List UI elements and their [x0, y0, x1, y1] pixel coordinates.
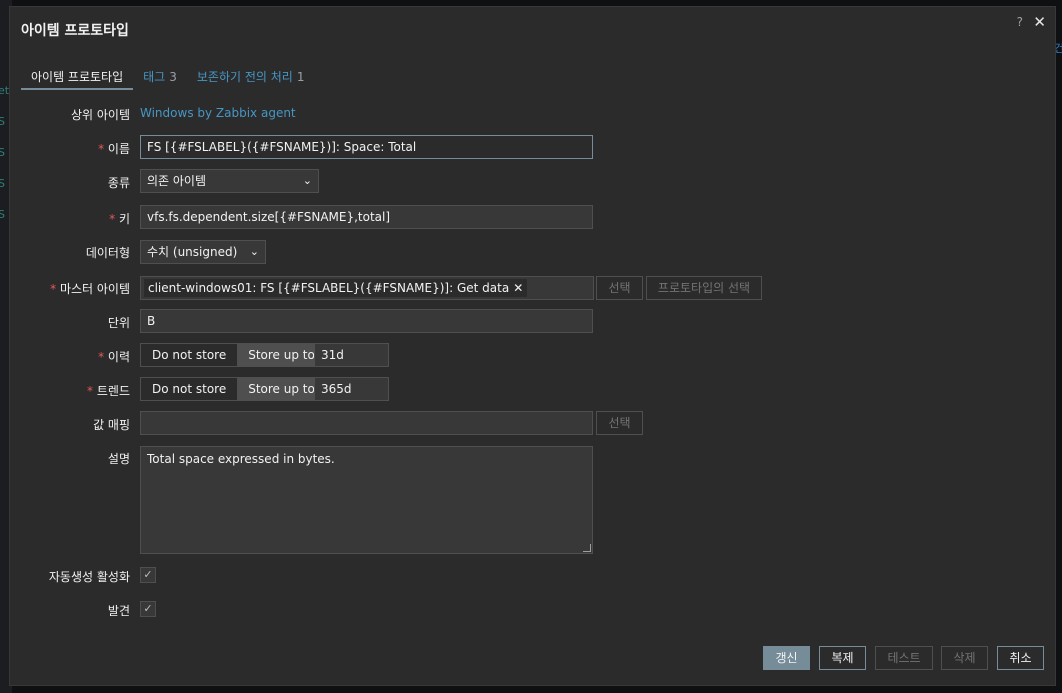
delete-button[interactable]: 삭제 [941, 646, 988, 670]
valuemap-select-button[interactable]: 선택 [596, 411, 643, 435]
tab-count: 1 [296, 70, 305, 84]
history-mode-toggle: Do not store Store up to [140, 343, 327, 367]
discover-label: 발견 [107, 604, 130, 618]
type-label: 종류 [107, 176, 130, 190]
trends-do-not-store-option[interactable]: Do not store [141, 378, 238, 400]
update-button[interactable]: 갱신 [763, 646, 810, 670]
units-label: 단위 [107, 316, 130, 330]
history-label: * 이력 [98, 350, 130, 364]
clone-button[interactable]: 복제 [819, 646, 866, 670]
trends-input[interactable]: 365d [314, 377, 389, 401]
background-text: S [0, 115, 5, 128]
parent-template-link[interactable]: Windows by Zabbix agent [140, 106, 296, 120]
discover-checkbox[interactable]: ✓ [140, 601, 156, 617]
background-text: S [0, 177, 5, 190]
background-text: et [0, 84, 10, 97]
resize-handle[interactable] [583, 544, 591, 552]
name-input[interactable]: FS [{#FSLABEL}({#FSNAME})]: Space: Total [140, 135, 593, 159]
datatype-label: 데이터형 [85, 246, 130, 260]
close-icon[interactable]: ✕ [1033, 13, 1046, 31]
type-select[interactable]: 의존 아이템 ⌄ [140, 169, 319, 193]
description-label: 설명 [107, 452, 130, 466]
item-prototype-dialog: 아이템 프로토타입 ? ✕ 아이템 프로토타입 태그 3 보존하기 전의 처리 1 … [9, 6, 1056, 686]
test-button[interactable]: 테스트 [875, 646, 933, 670]
master-select-prototype-button[interactable]: 프로토타입의 선택 [646, 276, 762, 300]
background-text: S [0, 146, 5, 159]
tab-preprocessing[interactable]: 보존하기 전의 처리 1 [187, 66, 315, 90]
discover-enable-label: 자동생성 활성화 [48, 570, 130, 584]
valuemap-input[interactable] [140, 411, 593, 435]
description-textarea[interactable]: Total space expressed in bytes. [140, 446, 593, 554]
cancel-button[interactable]: 취소 [997, 646, 1044, 670]
datatype-select[interactable]: 수치 (unsigned) ⌄ [140, 240, 266, 264]
master-select-button[interactable]: 선택 [596, 276, 643, 300]
trends-label: * 트렌드 [87, 384, 130, 398]
tab-tags[interactable]: 태그 3 [133, 66, 187, 90]
history-input[interactable]: 31d [314, 343, 389, 367]
trends-mode-toggle: Do not store Store up to [140, 377, 327, 401]
help-icon[interactable]: ? [1017, 15, 1023, 29]
units-input[interactable]: B [140, 309, 593, 333]
history-do-not-store-option[interactable]: Do not store [141, 344, 238, 366]
master-item-tag: client-windows01: FS [{#FSLABEL}({#FSNAM… [144, 279, 528, 297]
tab-item-prototype[interactable]: 아이템 프로토타입 [21, 66, 134, 90]
discover-enable-checkbox[interactable]: ✓ [140, 567, 156, 583]
trends-store-up-to-option[interactable]: Store up to [237, 378, 326, 400]
chevron-down-icon: ⌄ [249, 245, 259, 258]
dialog-header: 아이템 프로토타입 ? ✕ [10, 7, 1055, 47]
remove-icon[interactable]: ✕ [513, 281, 523, 295]
parent-label: 상위 아이템 [70, 108, 130, 122]
key-label: * 키 [109, 212, 130, 226]
background-text: S [0, 208, 5, 221]
history-store-up-to-option[interactable]: Store up to [237, 344, 326, 366]
valuemap-label: 값 매핑 [93, 418, 130, 432]
tab-bar: 아이템 프로토타입 태그 3 보존하기 전의 처리 1 [21, 66, 314, 90]
name-label: * 이름 [98, 142, 130, 156]
tab-count: 3 [169, 70, 177, 84]
chevron-down-icon: ⌄ [302, 174, 312, 187]
master-item-label: * 마스터 아이템 [50, 282, 130, 296]
dialog-title: 아이템 프로토타입 [21, 23, 129, 39]
key-input[interactable]: vfs.fs.dependent.size[{#FSNAME},total] [140, 205, 593, 229]
master-item-input[interactable]: client-windows01: FS [{#FSLABEL}({#FSNAM… [140, 276, 594, 300]
